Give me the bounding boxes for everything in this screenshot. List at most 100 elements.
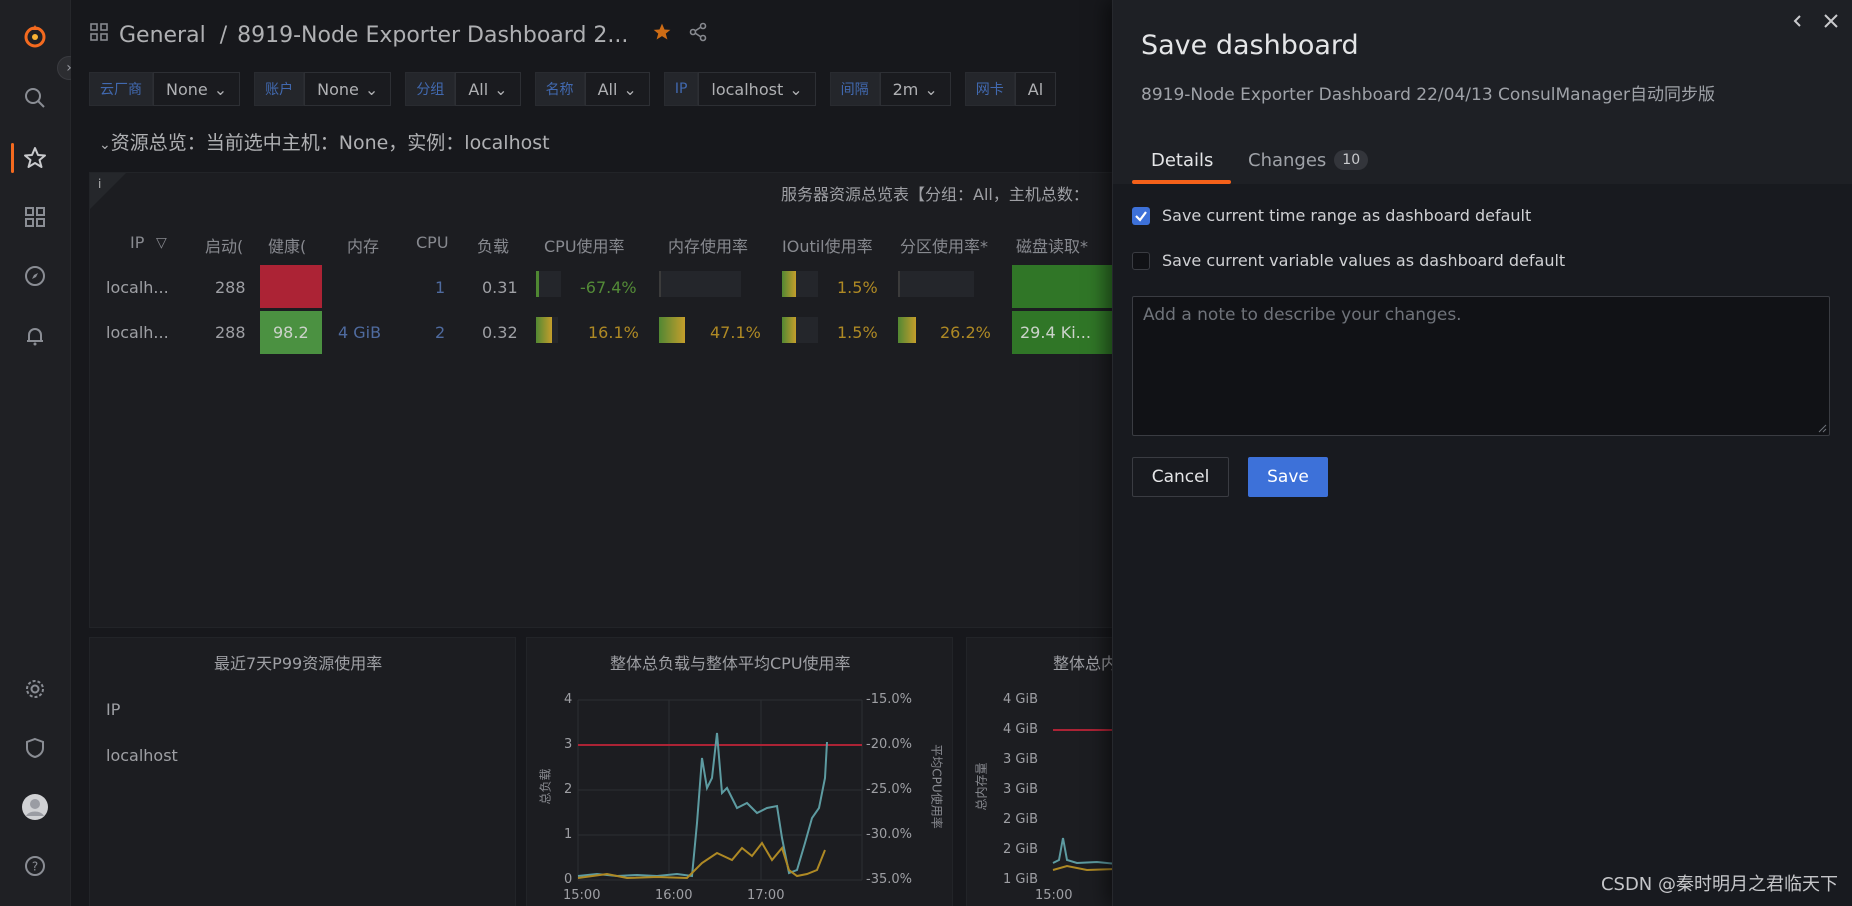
sidebar: ? ›	[0, 0, 81, 906]
tab-label: Details	[1151, 150, 1214, 171]
tab-changes[interactable]: Changes 10	[1248, 150, 1369, 171]
avatar[interactable]	[21, 793, 49, 821]
table-cell-ip[interactable]: localhost	[106, 746, 178, 765]
column-header[interactable]: 启动(	[205, 233, 243, 257]
y-axis-tick: -30.0%	[866, 827, 912, 842]
partition-bar	[898, 271, 974, 297]
table-cell-health: 98.2	[273, 323, 309, 342]
checkmark-icon	[1135, 210, 1147, 222]
variable-select[interactable]: None ⌄	[153, 72, 241, 106]
star-icon[interactable]	[652, 22, 672, 48]
gear-icon[interactable]	[21, 675, 49, 703]
column-header[interactable]: 分区使用率*	[900, 233, 988, 257]
changes-count-badge: 10	[1334, 150, 1369, 170]
close-button[interactable]	[1820, 10, 1842, 32]
chevron-down-icon: ⌄	[213, 79, 228, 99]
table-cell-ioutil: 1.5%	[837, 323, 878, 342]
share-icon[interactable]	[688, 22, 708, 48]
column-header[interactable]: IP	[106, 700, 120, 719]
memory-chart-panel: 整体总内 总内存量 4 GiB 4 GiB 3 GiB 3 GiB 2 GiB …	[966, 637, 1112, 906]
variable-select[interactable]: localhost ⌄	[698, 72, 816, 106]
dashboard-title[interactable]: 8919-Node Exporter Dashboard 2...	[237, 23, 628, 48]
save-variables-checkbox[interactable]	[1132, 251, 1150, 270]
y-axis-tick: 2	[564, 782, 573, 797]
shield-icon[interactable]	[21, 734, 49, 762]
change-note-textarea[interactable]: Add a note to describe your changes.	[1132, 296, 1830, 436]
save-time-range-label: Save current time range as dashboard def…	[1162, 206, 1532, 225]
variable-select[interactable]: Al	[1014, 72, 1057, 106]
y-axis-tick: 3	[564, 737, 573, 752]
ioutil-bar	[782, 317, 818, 343]
breadcrumb: General / 8919-Node Exporter Dashboard 2…	[89, 20, 708, 50]
column-header[interactable]: 负载	[477, 233, 509, 257]
save-button[interactable]: Save	[1248, 457, 1328, 497]
column-header[interactable]: 内存	[347, 233, 379, 257]
grafana-logo-icon[interactable]	[21, 22, 49, 50]
mem-usage-bar	[659, 317, 685, 343]
disk-read-cell-bg	[1012, 265, 1112, 308]
info-corner	[90, 173, 126, 209]
alerting-bell-icon[interactable]	[21, 322, 49, 350]
filter-icon[interactable]: ▽	[156, 235, 167, 251]
variable-label: 分组	[405, 72, 456, 106]
load-chart-panel: 整体总负载与整体平均CPU使用率 总负载 4 3 2 1 0 -15.0% -2…	[526, 637, 953, 906]
dashboards-grid-icon[interactable]	[21, 203, 49, 231]
drawer-title: Save dashboard	[1141, 30, 1359, 61]
drawer-subtitle: 8919-Node Exporter Dashboard 22/04/13 Co…	[1141, 85, 1715, 105]
active-tab-underline	[1132, 180, 1231, 184]
table-cell-ip[interactable]: localh...	[106, 278, 169, 297]
table-cell-cpu-usage: -67.4%	[580, 278, 637, 297]
search-icon[interactable]	[21, 84, 49, 112]
variable-nic: 网卡 Al	[964, 72, 1057, 106]
explore-compass-icon[interactable]	[21, 262, 49, 290]
save-time-range-checkbox[interactable]	[1132, 206, 1150, 225]
dashboard-main: General / 8919-Node Exporter Dashboard 2…	[71, 0, 1112, 906]
star-icon[interactable]	[21, 144, 49, 172]
breadcrumb-separator: /	[219, 22, 228, 48]
y-axis-tick: 0	[564, 872, 573, 887]
cpu-usage-bar	[536, 317, 558, 343]
column-header[interactable]: CPU	[416, 233, 449, 252]
save-variables-label: Save current variable values as dashboar…	[1162, 251, 1566, 270]
table-cell-cpu-usage: 16.1%	[588, 323, 639, 342]
table-cell-uptime: 288	[215, 323, 246, 342]
table-cell-load: 0.31	[482, 278, 518, 297]
tab-details[interactable]: Details	[1151, 150, 1213, 171]
column-header[interactable]: 内存使用率	[668, 233, 748, 257]
variable-select[interactable]: None ⌄	[304, 72, 392, 106]
cancel-button[interactable]: Cancel	[1132, 457, 1229, 497]
tab-label: Changes	[1248, 150, 1327, 171]
variable-select[interactable]: All ⌄	[455, 72, 521, 106]
x-axis-tick: 15:00	[563, 888, 601, 903]
expand-drawer-button[interactable]	[1787, 10, 1809, 32]
y-axis-tick: -15.0%	[866, 692, 912, 707]
table-cell-uptime: 288	[215, 278, 246, 297]
cpu-usage-bar	[536, 271, 561, 297]
y-axis-tick: 4	[564, 692, 573, 707]
column-header[interactable]: CPU使用率	[544, 233, 625, 257]
variable-select[interactable]: 2m ⌄	[879, 72, 951, 106]
variable-group: 分组 All ⌄	[405, 72, 521, 106]
chevron-down-icon: ⌄	[494, 79, 508, 99]
column-header[interactable]: 健康(	[268, 233, 306, 257]
panel-title: 最近7天P99资源使用率	[214, 654, 383, 673]
variable-value: 2m	[892, 79, 919, 99]
resize-handle-icon	[1818, 424, 1827, 433]
row-title[interactable]: ⌄资源总览：当前选中主机：None，实例：localhost	[99, 128, 550, 155]
column-header[interactable]: IOutil使用率	[782, 233, 873, 257]
save-time-range-option[interactable]: Save current time range as dashboard def…	[1132, 206, 1531, 225]
column-header[interactable]: 磁盘读取*	[1016, 233, 1088, 257]
variable-name: 名称 All ⌄	[534, 72, 650, 106]
memory-chart	[1052, 729, 1112, 872]
variable-label: 账户	[254, 72, 305, 106]
table-cell-disk-read: 29.4 Ki...	[1020, 323, 1091, 342]
svg-text:?: ?	[32, 860, 38, 874]
info-icon[interactable]: i	[98, 177, 101, 191]
breadcrumb-root[interactable]: General	[119, 23, 206, 48]
variable-select[interactable]: All ⌄	[584, 72, 650, 106]
help-icon[interactable]: ?	[21, 852, 49, 880]
save-variables-option[interactable]: Save current variable values as dashboar…	[1132, 251, 1565, 270]
variable-cloud: 云厂商 None ⌄	[89, 72, 241, 106]
column-header[interactable]: IP	[130, 233, 144, 252]
table-cell-ip[interactable]: localh...	[106, 323, 169, 342]
